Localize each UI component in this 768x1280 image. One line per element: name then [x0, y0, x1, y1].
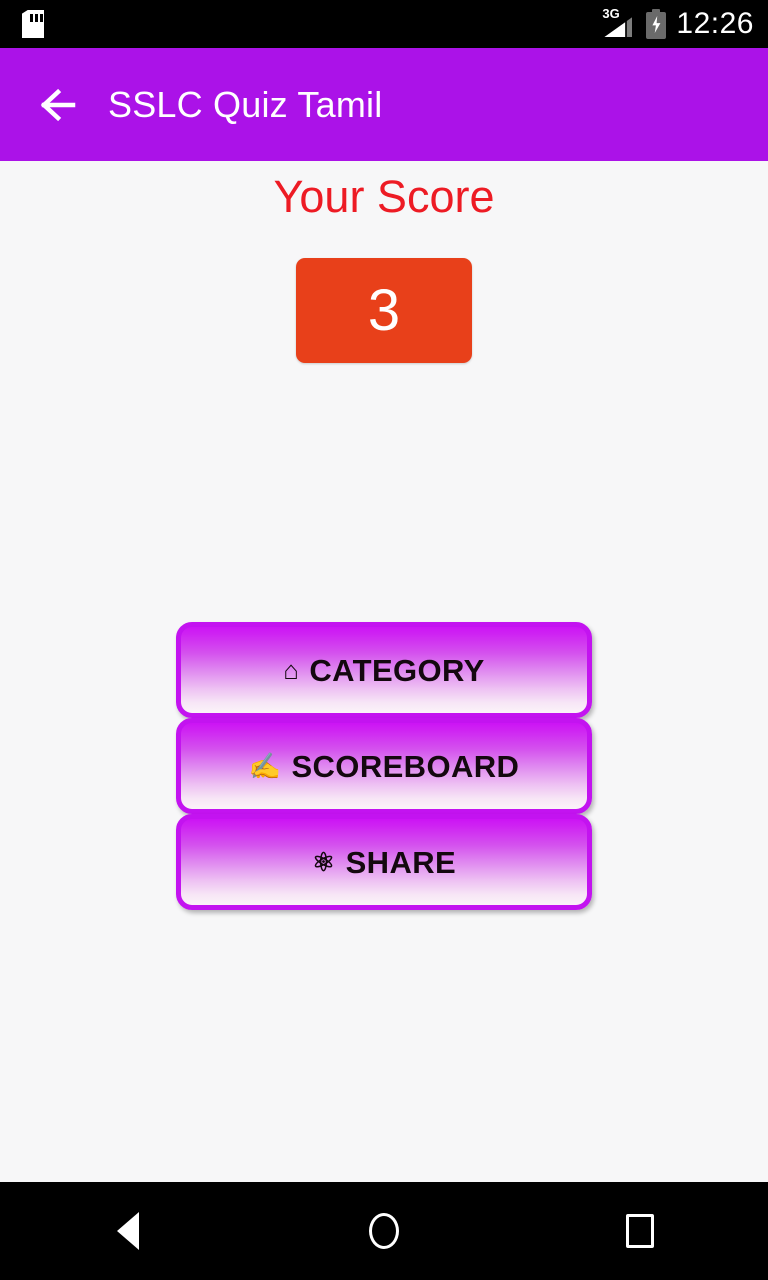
- category-button-label: CATEGORY: [309, 652, 485, 688]
- share-button[interactable]: ⚛ SHARE: [176, 814, 592, 910]
- app-bar: SSLC Quiz Tamil: [0, 48, 768, 161]
- status-bar-clock: 12:26: [676, 7, 754, 40]
- scoreboard-button-label-wrap: ✍ SCOREBOARD: [249, 751, 520, 782]
- status-bar-left: [22, 10, 602, 38]
- main-content: Your Score 3 ⌂ CATEGORY ✍ SCOREBOARD ⚛ S…: [0, 161, 768, 1182]
- back-triangle-icon: [117, 1212, 139, 1250]
- home-icon: ⌂: [283, 655, 300, 685]
- nav-back-button[interactable]: [0, 1182, 256, 1280]
- scoreboard-button-label: SCOREBOARD: [291, 748, 520, 784]
- recents-square-icon: [626, 1214, 654, 1248]
- score-box: 3: [296, 258, 472, 363]
- status-bar-right: 3G 12:26: [602, 7, 754, 40]
- home-circle-icon: [369, 1213, 399, 1249]
- category-button[interactable]: ⌂ CATEGORY: [176, 622, 592, 718]
- signal-bars-icon: 3G: [602, 7, 636, 39]
- scoreboard-button[interactable]: ✍ SCOREBOARD: [176, 718, 592, 814]
- share-button-label-wrap: ⚛ SHARE: [312, 847, 456, 878]
- share-button-label: SHARE: [345, 844, 457, 880]
- sd-card-icon: [22, 10, 44, 38]
- back-arrow-icon[interactable]: [34, 81, 82, 129]
- action-buttons-group: ⌂ CATEGORY ✍ SCOREBOARD ⚛ SHARE: [176, 622, 592, 910]
- nav-recents-button[interactable]: [512, 1182, 768, 1280]
- score-heading: Your Score: [273, 171, 495, 222]
- writing-hand-icon: ✍: [248, 751, 282, 781]
- nav-home-button[interactable]: [256, 1182, 512, 1280]
- battery-charging-icon: [646, 9, 667, 39]
- atom-icon: ⚛: [311, 847, 336, 877]
- android-navigation-bar: [0, 1182, 768, 1280]
- page-title: SSLC Quiz Tamil: [108, 83, 383, 125]
- category-button-label-wrap: ⌂ CATEGORY: [283, 655, 485, 686]
- status-bar: 3G 12:26: [0, 0, 768, 48]
- score-value: 3: [367, 277, 401, 343]
